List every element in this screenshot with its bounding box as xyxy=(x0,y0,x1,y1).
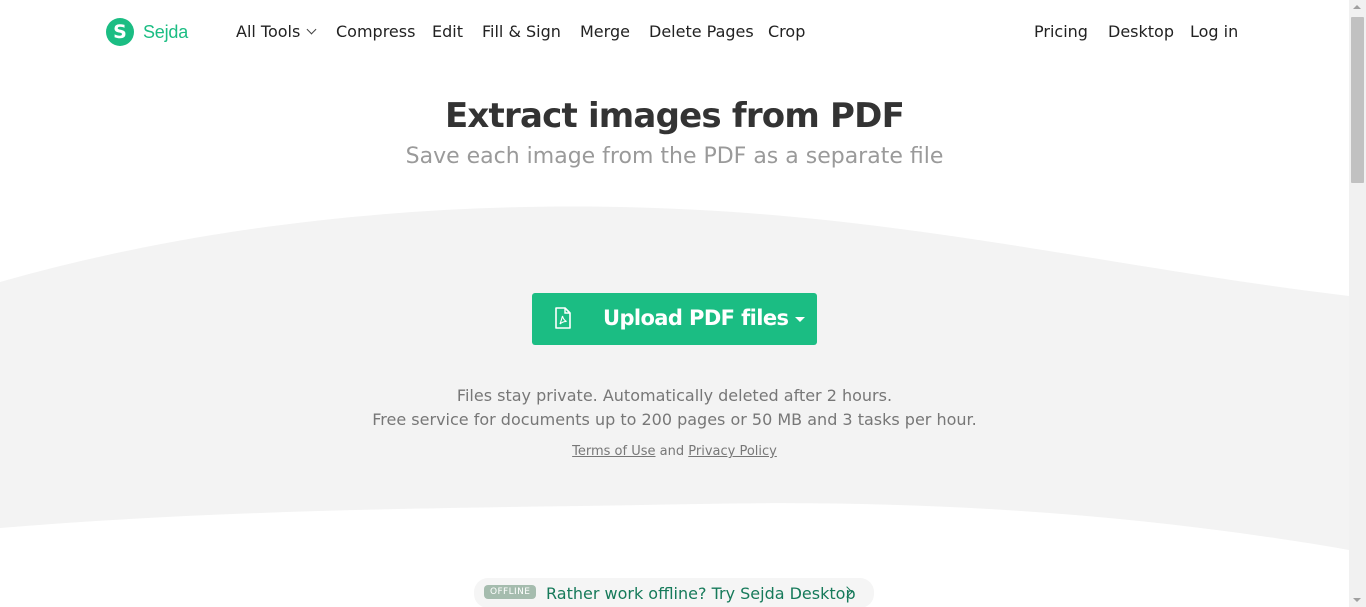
terms-of-use-link[interactable]: Terms of Use xyxy=(572,444,655,459)
top-navigation: S Sejda All Tools Compress Edit Fill & S… xyxy=(0,0,1349,64)
nav-login[interactable]: Log in xyxy=(1190,22,1238,41)
offline-desktop-banner[interactable]: OFFLINE Rather work offline? Try Sejda D… xyxy=(474,578,874,607)
nav-delete-pages[interactable]: Delete Pages xyxy=(649,22,754,41)
pdf-file-icon xyxy=(555,307,571,329)
legal-links: Terms of Use and Privacy Policy xyxy=(0,444,1349,459)
offline-banner-text: Rather work offline? Try Sejda Desktop xyxy=(546,584,856,603)
scrollbar-thumb[interactable] xyxy=(1351,17,1364,183)
privacy-note: Files stay private. Automatically delete… xyxy=(456,386,893,405)
chevron-down-icon xyxy=(306,24,317,35)
upload-options-caret-icon[interactable] xyxy=(795,317,805,322)
offline-badge: OFFLINE xyxy=(484,585,537,599)
legal-and-text: and xyxy=(659,444,685,459)
page-title: Extract images from PDF xyxy=(444,96,905,136)
nav-pricing[interactable]: Pricing xyxy=(1034,22,1088,41)
nav-all-tools[interactable]: All Tools xyxy=(236,22,317,41)
nav-compress[interactable]: Compress xyxy=(336,22,415,41)
nav-all-tools-label: All Tools xyxy=(236,22,301,41)
logo-mark-icon: S xyxy=(106,18,134,46)
nav-merge[interactable]: Merge xyxy=(580,22,630,41)
limits-note: Free service for documents up to 200 pag… xyxy=(372,410,977,429)
nav-fill-sign[interactable]: Fill & Sign xyxy=(482,22,561,41)
nav-crop[interactable]: Crop xyxy=(768,22,805,41)
sejda-logo[interactable]: S Sejda xyxy=(106,18,188,46)
scroll-up-arrow-icon[interactable] xyxy=(1353,5,1361,9)
nav-desktop[interactable]: Desktop xyxy=(1108,22,1174,41)
upload-pdf-label: Upload PDF files xyxy=(603,306,789,330)
page-subtitle: Save each image from the PDF as a separa… xyxy=(405,144,944,169)
logo-text: Sejda xyxy=(143,21,189,42)
upload-pdf-button[interactable]: Upload PDF files xyxy=(532,293,817,345)
page: S Sejda All Tools Compress Edit Fill & S… xyxy=(0,0,1349,607)
privacy-policy-link[interactable]: Privacy Policy xyxy=(688,444,777,459)
background-wave-band xyxy=(0,206,1349,551)
vertical-scrollbar[interactable] xyxy=(1349,0,1366,607)
nav-edit[interactable]: Edit xyxy=(432,22,463,41)
scroll-down-arrow-icon[interactable] xyxy=(1353,598,1361,602)
